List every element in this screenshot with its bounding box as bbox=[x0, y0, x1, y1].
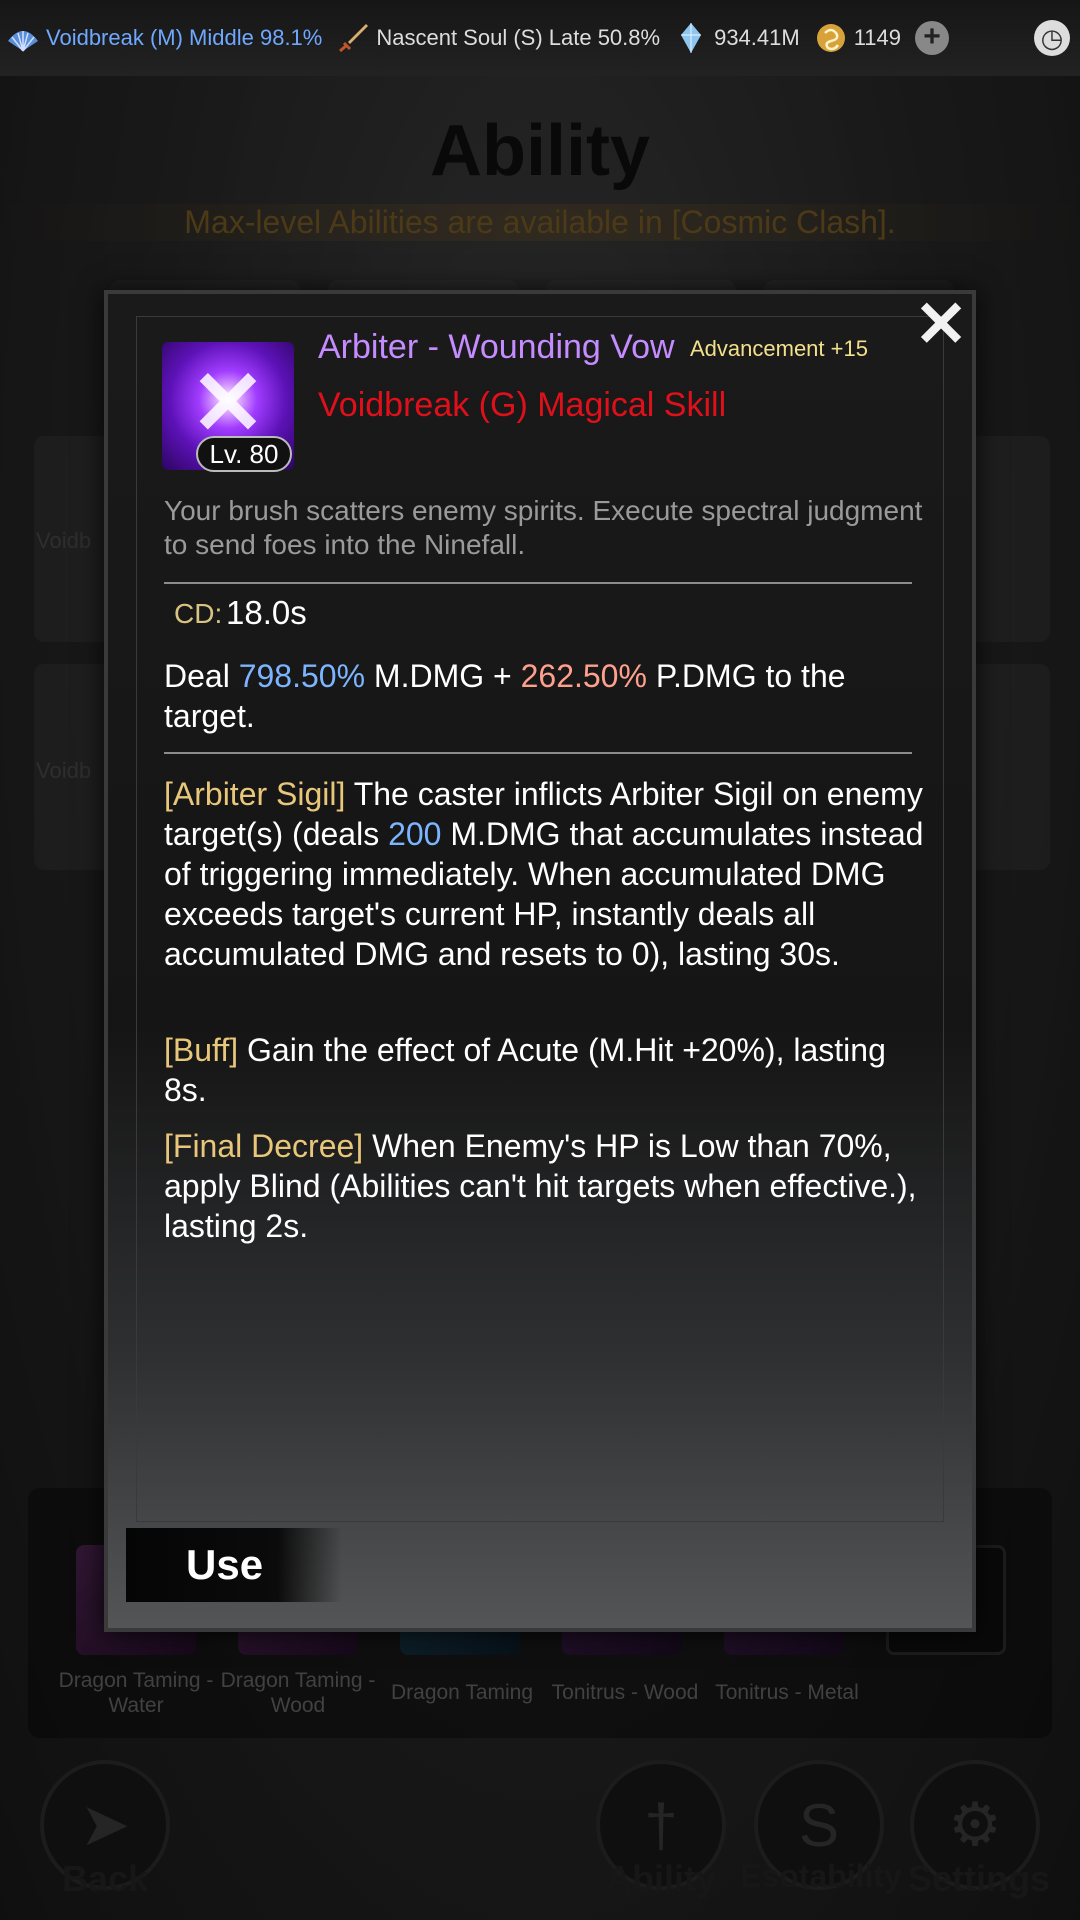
buff-text: Gain the effect of Acute (M.Hit +20%), l… bbox=[164, 1032, 886, 1108]
arbiter-sigil-effect: [Arbiter Sigil] The caster inflicts Arbi… bbox=[164, 774, 924, 974]
arbiter-sigil-tag: [Arbiter Sigil] bbox=[164, 776, 346, 812]
mdmg-percent: 798.50% bbox=[238, 658, 366, 694]
buff-effect: [Buff] Gain the effect of Acute (M.Hit +… bbox=[164, 1030, 924, 1110]
damage-description: Deal 798.50% M.DMG + 262.50% P.DMG to th… bbox=[164, 656, 924, 736]
realm-text-1: Voidbreak (M) Middle 98.1% bbox=[46, 25, 323, 50]
fan-icon bbox=[8, 31, 38, 52]
divider-2 bbox=[164, 752, 912, 754]
arbiter-sigil-value: 200 bbox=[388, 816, 442, 852]
cooldown-value: 18.0s bbox=[226, 594, 307, 631]
skill-name: Arbiter - Wounding Vow bbox=[318, 328, 675, 366]
final-decree-effect: [Final Decree] When Enemy's HP is Low th… bbox=[164, 1126, 924, 1246]
coin-icon bbox=[816, 24, 845, 52]
status-bar: Voidbreak (M) Middle 98.1% Nascent Soul … bbox=[0, 0, 1080, 76]
divider-1 bbox=[164, 582, 912, 584]
jade-value: 1149 bbox=[853, 25, 902, 50]
spirit-stone-counter: 934.41M bbox=[674, 21, 800, 55]
jade-counter: 1149 bbox=[814, 21, 901, 55]
spirit-stone-value: 934.41M bbox=[714, 25, 800, 50]
realm-status-1: Voidbreak (M) Middle 98.1% bbox=[6, 21, 322, 55]
skill-flavor-text: Your brush scatters enemy spirits. Execu… bbox=[164, 495, 923, 560]
damage-text-mid: M.DMG + bbox=[365, 658, 521, 694]
sword-icon bbox=[339, 24, 369, 53]
cooldown-label: CD: bbox=[174, 598, 223, 629]
buff-tag: [Buff] bbox=[164, 1032, 239, 1068]
crystal-icon bbox=[681, 23, 702, 53]
realm-text-2: Nascent Soul (S) Late 50.8% bbox=[376, 25, 661, 50]
final-decree-tag: [Final Decree] bbox=[164, 1128, 364, 1164]
clock-icon[interactable]: ◷ bbox=[1034, 20, 1070, 56]
use-button[interactable]: Use bbox=[126, 1528, 342, 1602]
realm-status-2: Nascent Soul (S) Late 50.8% bbox=[336, 21, 660, 55]
damage-text-pre: Deal bbox=[164, 658, 239, 694]
skill-level-badge: Lv. 80 bbox=[196, 436, 292, 472]
skill-type: Voidbreak (G) Magical Skill bbox=[318, 386, 727, 424]
pdmg-percent: 262.50% bbox=[520, 658, 647, 694]
add-currency-button[interactable]: + bbox=[915, 21, 950, 55]
close-icon[interactable]: ✕ bbox=[912, 292, 970, 356]
advancement-label: Advancement +15 bbox=[690, 336, 868, 361]
